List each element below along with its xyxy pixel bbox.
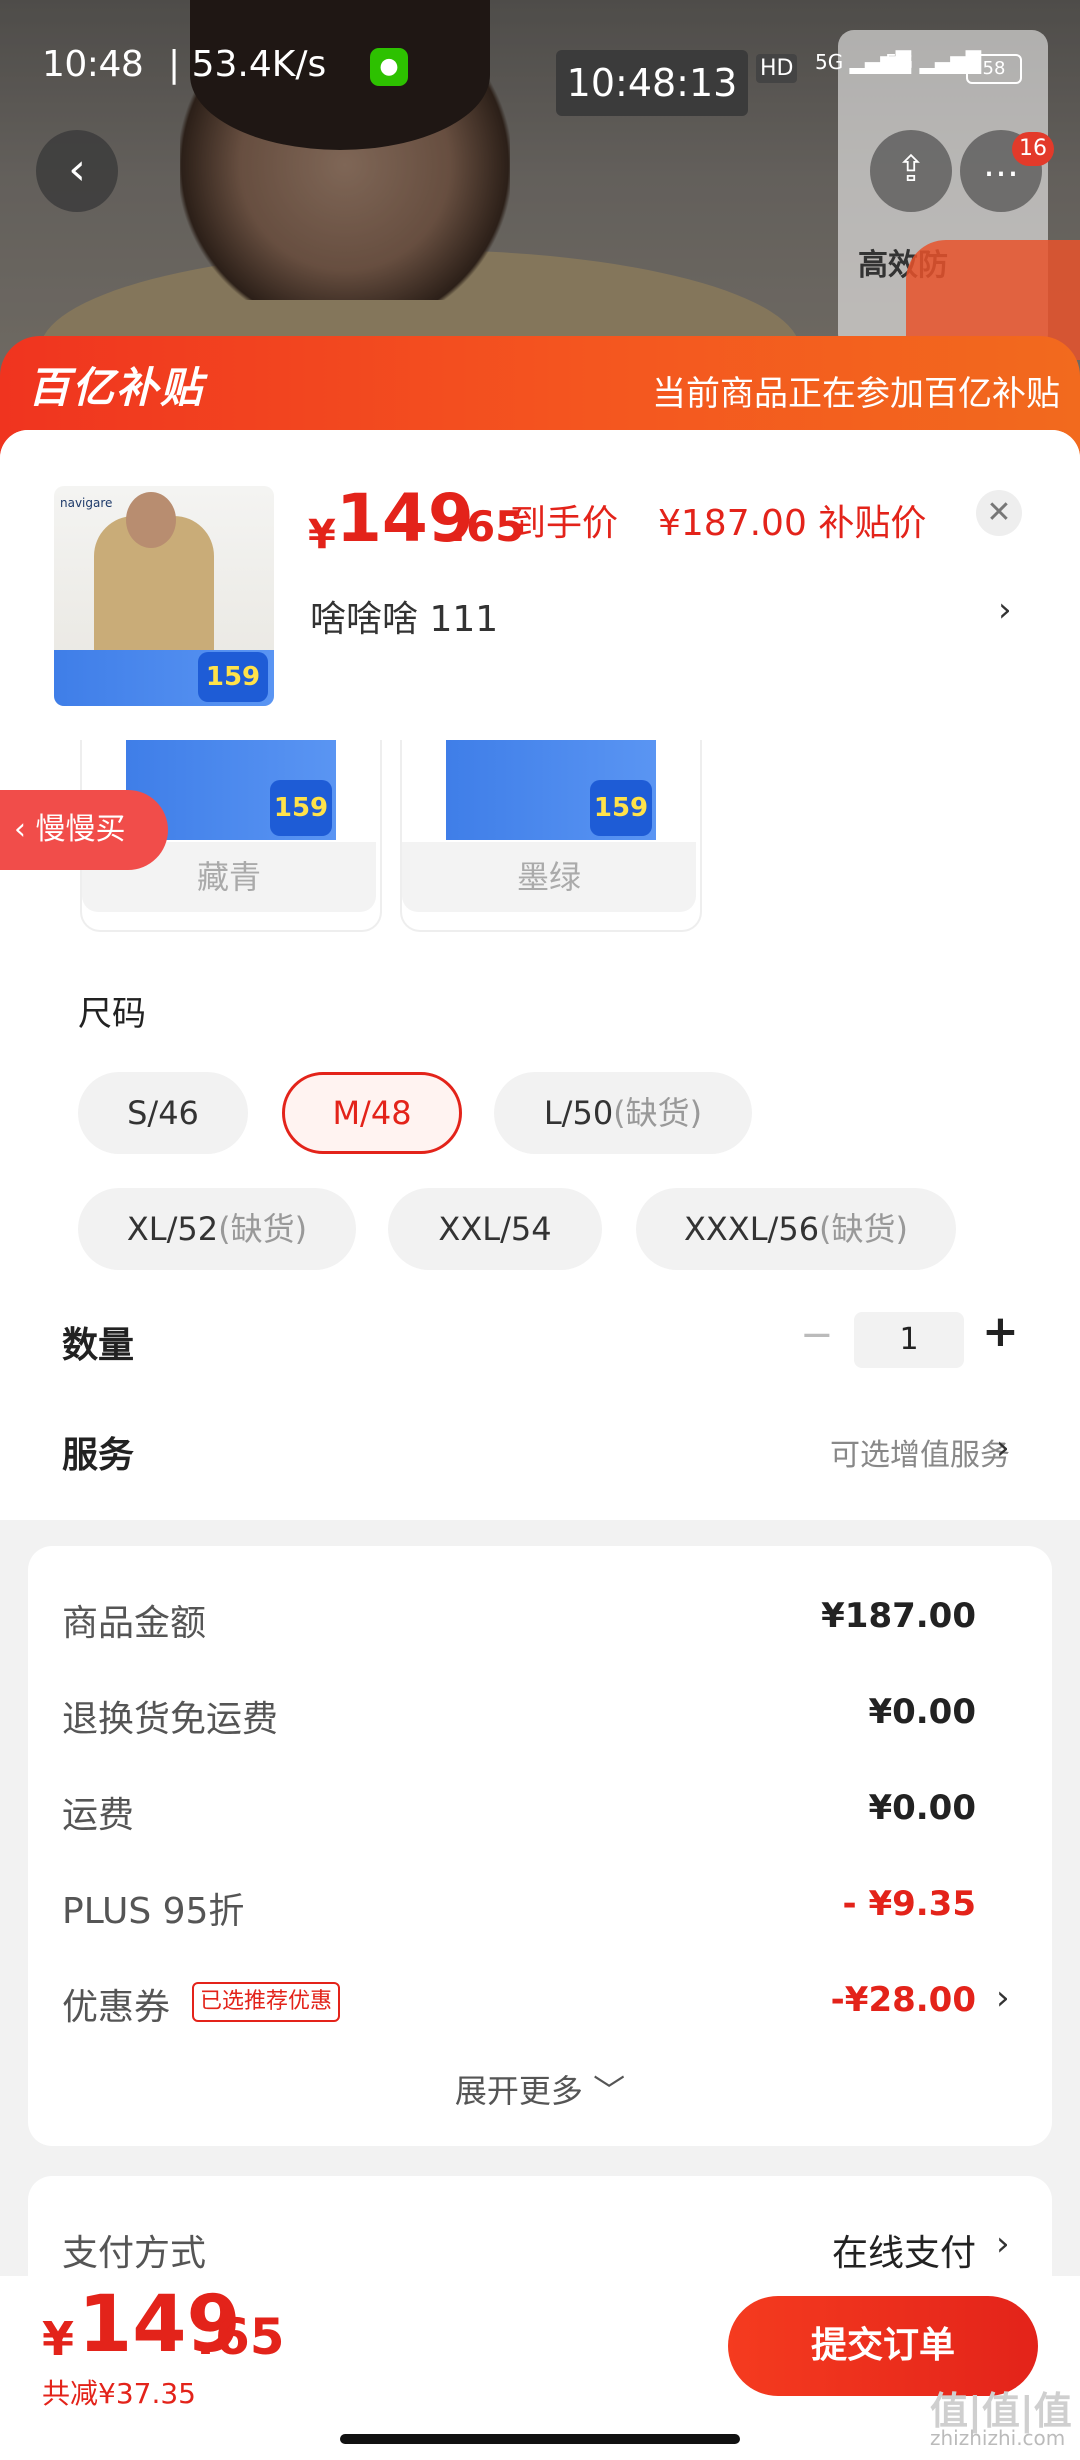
status-time: 10:48 xyxy=(42,44,144,85)
cost-value-coupon[interactable]: -¥28.00 xyxy=(831,1980,976,2020)
subsidy-price: ¥187.00 补贴价 xyxy=(658,503,927,544)
cost-label-shipping: 运费 xyxy=(62,1795,135,1836)
status-network-speed: | 53.4K/s xyxy=(168,44,327,85)
selected-variant-summary[interactable]: 啥啥啥 111 xyxy=(310,590,498,642)
clock-overlay: 10:48:13 xyxy=(556,50,748,116)
total-decimal: .65 xyxy=(196,2308,285,2366)
price-currency: ¥ xyxy=(308,512,336,558)
cost-value-goods: ¥187.00 xyxy=(821,1596,976,1636)
home-indicator[interactable] xyxy=(340,2434,740,2444)
thumb-price: 159 xyxy=(198,652,268,702)
chevron-right-icon: › xyxy=(996,1428,1010,1468)
close-button[interactable]: ✕ xyxy=(976,490,1022,536)
share-icon: ⇪ xyxy=(895,149,927,190)
cost-label-plus: PLUS 95折 xyxy=(62,1891,245,1932)
color-option-green[interactable]: 159 墨绿 xyxy=(400,740,702,932)
subsidy-note: 当前商品正在参加百亿补贴 xyxy=(652,374,1060,414)
chevron-right-icon: › xyxy=(998,590,1012,630)
size-chip-xl[interactable]: XL/52(缺货) xyxy=(78,1188,356,1270)
chevron-right-icon: › xyxy=(996,1978,1010,2018)
slow-buy-tag[interactable]: ‹ 慢慢买 xyxy=(0,790,168,870)
watermark-site: zhizhizhi.com xyxy=(930,2426,1066,2450)
quantity-input[interactable]: 1 xyxy=(854,1312,964,1368)
chevron-right-icon: › xyxy=(996,2224,1010,2264)
quantity-label: 数量 xyxy=(62,1325,135,1366)
close-icon: ✕ xyxy=(986,495,1012,530)
hd-icon: HD xyxy=(756,54,798,83)
notification-badge: 16 xyxy=(1012,132,1054,166)
payment-method[interactable]: 在线支付 xyxy=(832,2224,976,2276)
size-heading: 尺码 xyxy=(78,994,146,1034)
size-chip-m-selected[interactable]: M/48 xyxy=(282,1072,462,1154)
total-saving: 共减¥37.35 xyxy=(42,2377,196,2410)
color-option-image: 159 xyxy=(446,740,656,840)
total-currency: ¥ xyxy=(42,2312,75,2366)
battery-icon: 58 xyxy=(966,54,1022,84)
thumb-brand: navigare xyxy=(60,496,113,510)
service-label: 服务 xyxy=(62,1435,135,1476)
back-button[interactable]: ‹ xyxy=(36,130,118,212)
quantity-minus-button[interactable]: − xyxy=(800,1312,834,1358)
size-chip-l[interactable]: L/50(缺货) xyxy=(494,1072,752,1154)
cost-value-shipping: ¥0.00 xyxy=(868,1788,976,1828)
cost-value-plus: - ¥9.35 xyxy=(842,1884,977,1924)
chevron-left-icon: ‹ xyxy=(14,812,36,847)
expand-more-button[interactable]: 展开更多 ﹀ xyxy=(0,2066,1080,2112)
size-chip-xxxl[interactable]: XXXL/56(缺货) xyxy=(636,1188,956,1270)
cost-label-coupon: 优惠券 xyxy=(62,1987,171,2028)
cost-label-return-shipping: 退换货免运费 xyxy=(62,1699,279,1740)
price-label: 到手价 xyxy=(510,503,619,544)
size-chip-s[interactable]: S/46 xyxy=(78,1072,248,1154)
product-thumbnail: navigare 159 xyxy=(54,486,274,706)
service-value[interactable]: 可选增值服务 xyxy=(830,1430,1010,1474)
payment-label: 支付方式 xyxy=(62,2233,207,2274)
color-option-label: 墨绿 xyxy=(402,842,696,912)
share-button[interactable]: ⇪ xyxy=(870,130,952,212)
coupon-tag: 已选推荐优惠 xyxy=(192,1982,341,2022)
subsidy-logo: 百亿补贴 xyxy=(28,363,205,412)
wechat-icon: ● xyxy=(370,48,408,86)
chevron-left-icon: ‹ xyxy=(68,144,86,195)
quantity-plus-button[interactable]: + xyxy=(982,1306,1019,1357)
size-chip-xxl[interactable]: XXL/54 xyxy=(388,1188,602,1270)
cost-label-goods: 商品金额 xyxy=(62,1603,207,1644)
cost-value-return-shipping: ¥0.00 xyxy=(868,1692,976,1732)
